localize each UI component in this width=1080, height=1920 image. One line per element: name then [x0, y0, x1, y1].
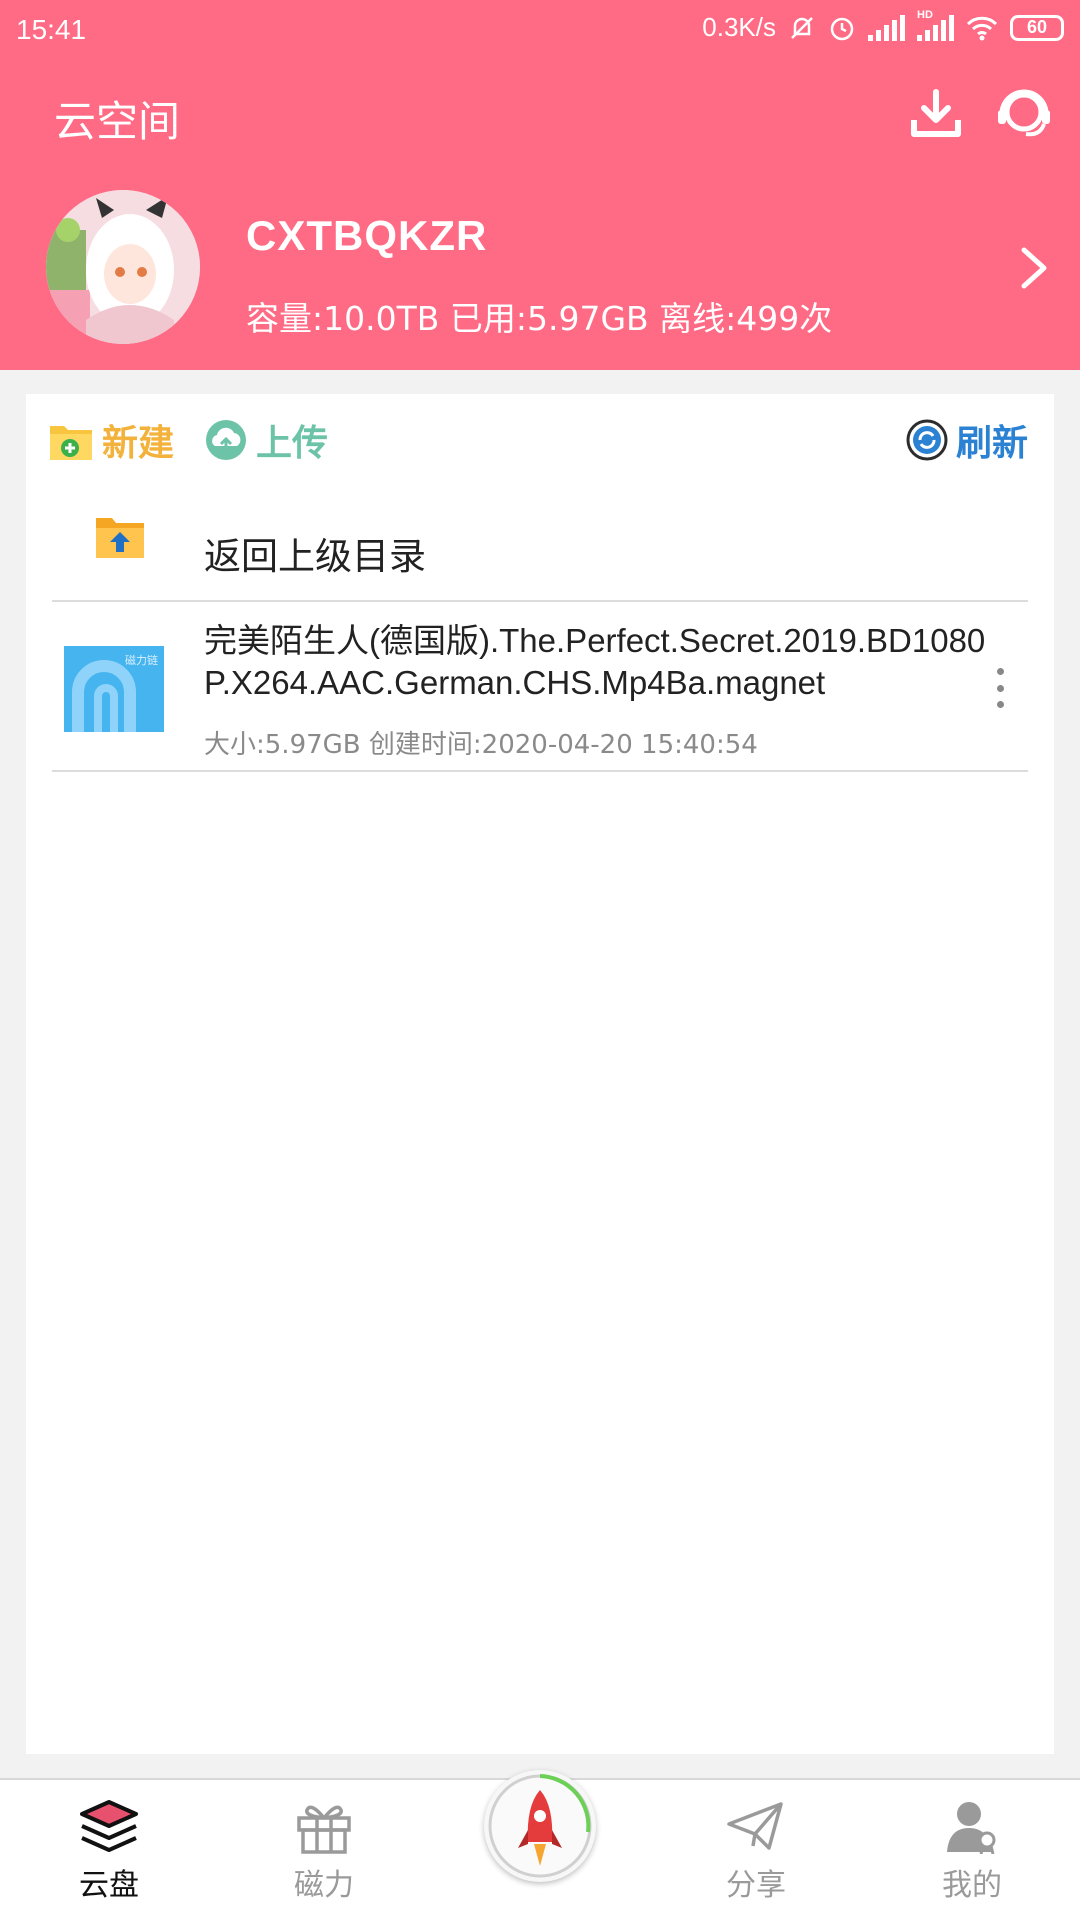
bottom-navigation: 云盘 磁力 分享 我的: [0, 1770, 1080, 1920]
file-name: 完美陌生人(德国版).The.Perfect.Secret.2019.BD108…: [204, 622, 986, 701]
nav-label-cloud: 云盘: [79, 1868, 139, 1903]
signal-icon: [868, 14, 905, 41]
nav-label-magnet: 磁力: [294, 1868, 354, 1903]
nav-share[interactable]: 分享: [696, 1798, 816, 1904]
storage-quota: 容量:10.0TB 已用:5.97GB 离线:499次: [246, 299, 833, 338]
status-bar: 15:41 0.3K/s HD 60: [0, 0, 1080, 64]
refresh-icon: [906, 419, 948, 461]
customer-service-icon[interactable]: [994, 84, 1054, 144]
new-label: 新建: [102, 423, 175, 464]
signal-hd-icon: HD: [917, 9, 954, 41]
page-title: 云空间: [54, 97, 181, 146]
user-icon: [947, 1802, 996, 1854]
file-meta: 大小:5.97GB 创建时间:2020-04-20 15:40:54: [204, 730, 758, 760]
paper-plane-icon: [727, 1802, 783, 1850]
avatar[interactable]: [46, 190, 200, 344]
stack-icon: [80, 1800, 138, 1852]
nav-label-mine: 我的: [942, 1868, 1002, 1903]
refresh-label: 刷新: [955, 423, 1028, 464]
magnet-file-thumbnail: 磁力链: [64, 646, 164, 732]
thumbnail-tag: 磁力链: [125, 654, 158, 667]
new-folder-icon: [50, 426, 92, 460]
wifi-icon: [966, 16, 998, 40]
upload-label: 上传: [256, 423, 329, 464]
more-options-icon[interactable]: [990, 668, 1010, 708]
mute-bell-icon: [791, 16, 813, 39]
upload-button[interactable]: 上传: [204, 412, 328, 468]
alarm-icon: [830, 17, 854, 40]
parent-directory-label: 返回上级目录: [204, 535, 426, 578]
avatar-illustration: [46, 190, 200, 344]
status-time: 15:41: [16, 14, 87, 45]
nav-rocket-button[interactable]: [484, 1770, 596, 1882]
file-list-item[interactable]: 磁力链 完美陌生人(德国版).The.Perfect.Secret.2019.B…: [52, 604, 1028, 772]
folder-up-icon: [96, 518, 144, 558]
download-icon[interactable]: [906, 84, 966, 144]
net-speed: 0.3K/s: [702, 12, 776, 42]
username: CXTBQKZR: [246, 212, 488, 259]
nav-mine[interactable]: 我的: [912, 1798, 1032, 1904]
battery-indicator: 60: [1010, 14, 1064, 41]
network-type-label: HD: [917, 8, 933, 21]
file-browser: 新建 上传 刷新 返回上级目录 磁力链 完美陌生人(德国版).The.Perfe…: [26, 394, 1054, 1754]
nav-magnet[interactable]: 磁力: [264, 1798, 384, 1904]
refresh-button[interactable]: 刷新: [906, 412, 1028, 468]
app-header: 15:41 0.3K/s HD 60 云空间 CXTBQKZR 容量:10.0T…: [0, 0, 1080, 370]
gift-icon: [297, 1805, 351, 1854]
cloud-upload-icon: [206, 420, 246, 460]
rocket-icon: [488, 1774, 592, 1878]
status-icons: 0.3K/s HD 60: [702, 9, 1064, 43]
chevron-right-icon[interactable]: [1016, 244, 1052, 292]
new-folder-button[interactable]: 新建: [48, 412, 174, 468]
nav-cloud-drive[interactable]: 云盘: [49, 1798, 169, 1904]
nav-label-share: 分享: [726, 1868, 786, 1903]
parent-directory-row[interactable]: 返回上级目录: [52, 494, 1028, 602]
